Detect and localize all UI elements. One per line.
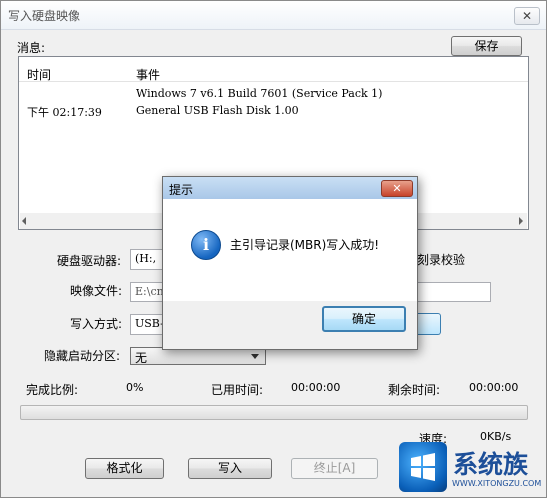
scroll-right-icon[interactable]: [519, 217, 523, 225]
drive-select[interactable]: (H:,: [130, 249, 166, 270]
scroll-left-icon[interactable]: [22, 217, 26, 225]
remaining-label: 剩余时间:: [388, 383, 441, 397]
dialog-message: 主引导记录(MBR)写入成功!: [230, 238, 380, 252]
window-close-button[interactable]: ✕: [514, 7, 540, 25]
watermark-brand: 系统族: [453, 450, 529, 479]
options-button-partial[interactable]: [417, 313, 441, 335]
dialog-body: i 主引导记录(MBR)写入成功!: [163, 199, 417, 301]
messages-label: 消息:: [17, 41, 46, 55]
dialog-close-button[interactable]: ✕: [381, 180, 413, 197]
chevron-down-icon[interactable]: [251, 354, 259, 359]
dialog-title: 提示: [169, 183, 194, 197]
row-event: General USB Flash Disk 1.00: [136, 104, 299, 117]
ok-button[interactable]: 确定: [322, 306, 406, 332]
windows-logo-icon: [399, 442, 447, 492]
watermark-url: WWW.XITONGZU.COM: [452, 479, 542, 488]
abort-button[interactable]: 终止[A]: [291, 458, 378, 479]
completion-value: 0%: [126, 381, 144, 394]
image-file-input-right[interactable]: [417, 282, 491, 302]
write-button[interactable]: 写入: [188, 458, 272, 479]
verify-label[interactable]: 刻录校验: [417, 251, 465, 268]
completion-label: 完成比例:: [26, 383, 79, 397]
info-icon: i: [191, 230, 221, 260]
elapsed-label: 已用时间:: [211, 383, 264, 397]
write-method-select[interactable]: USB-Z: [130, 314, 166, 335]
save-button[interactable]: 保存: [451, 36, 522, 56]
progress-bar: [20, 405, 528, 420]
image-file-input[interactable]: E:\cn: [130, 282, 166, 302]
title-bar: 写入硬盘映像 ✕: [1, 1, 546, 30]
hidden-partition-label: 隐藏启动分区:: [44, 349, 121, 363]
write-method-label: 写入方式:: [70, 317, 123, 331]
window-title: 写入硬盘映像: [8, 9, 81, 23]
remaining-value: 00:00:00: [469, 381, 519, 394]
elapsed-value: 00:00:00: [291, 381, 341, 394]
row-event: Windows 7 v6.1 Build 7601 (Service Pack …: [136, 87, 383, 100]
speed-value: 0KB/s: [480, 430, 512, 443]
list-header-divider: [19, 81, 528, 82]
format-button[interactable]: 格式化: [85, 458, 164, 479]
dialog-title-bar: 提示 ✕: [163, 177, 417, 199]
prompt-dialog: 提示 ✕ i 主引导记录(MBR)写入成功! 确定: [162, 176, 418, 350]
hidden-partition-value: 无: [135, 351, 148, 365]
image-file-label: 映像文件:: [70, 284, 123, 298]
drive-label: 硬盘驱动器:: [57, 254, 122, 268]
row-time: 下午 02:17:39: [27, 106, 102, 119]
